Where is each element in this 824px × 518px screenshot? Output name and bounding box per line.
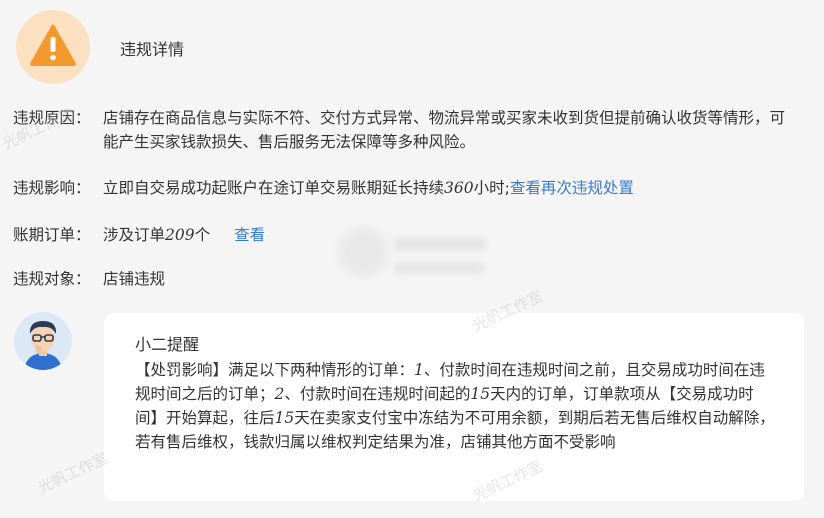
- impact-hours-unit: 小时;: [473, 179, 510, 197]
- blurred-text: [394, 262, 484, 274]
- assistant-avatar: [14, 312, 72, 370]
- violation-target-text: 店铺违规: [103, 270, 166, 288]
- watermark: 光帆工作室: [34, 448, 111, 497]
- violation-reason-row: 违规原因： 店铺存在商品信息与实际不符、交付方式异常、物流异常或买家未收到货但提前…: [13, 106, 793, 154]
- impact-hours: 360: [444, 179, 474, 197]
- violation-reason-label: 违规原因：: [13, 109, 91, 127]
- page-title: 违规详情: [120, 40, 185, 59]
- reminder-card: 小二提醒 【处罚影响】满足以下两种情形的订单：1、付款时间在违规时间之前，且交易…: [104, 313, 804, 501]
- orders-text: 涉及订单: [103, 226, 166, 244]
- violation-reason-text: 店铺存在商品信息与实际不符、交付方式异常、物流异常或买家未收到货但提前确认收货等…: [103, 109, 786, 151]
- view-orders-link[interactable]: 查看: [234, 226, 265, 244]
- violation-target-label: 违规对象：: [13, 270, 91, 288]
- blurred-text: [394, 237, 486, 251]
- settlement-orders-row: 账期订单： 涉及订单209个 查看: [13, 223, 265, 247]
- violation-impact-row: 违规影响： 立即自交易成功起账户在途订单交易账期延长持续360小时;查看再次违规处…: [13, 176, 634, 200]
- violation-target-row: 违规对象： 店铺违规: [13, 267, 165, 291]
- warning-icon: [16, 10, 90, 84]
- reminder-title: 小二提醒: [135, 335, 200, 354]
- settlement-orders-label: 账期订单：: [13, 226, 91, 244]
- blurred-avatar: [338, 227, 388, 277]
- violation-impact-label: 违规影响：: [13, 179, 91, 197]
- reminder-text: 【处罚影响】满足以下两种情形的订单：1、付款时间在违规时间之前，且交易成功时间在…: [135, 361, 775, 451]
- violation-impact-text: 立即自交易成功起账户在途订单交易账期延长持续: [103, 179, 445, 197]
- orders-unit: 个: [194, 226, 211, 244]
- view-repeat-violation-link[interactable]: 查看再次违规处置: [510, 179, 634, 197]
- orders-count: 209: [165, 226, 195, 244]
